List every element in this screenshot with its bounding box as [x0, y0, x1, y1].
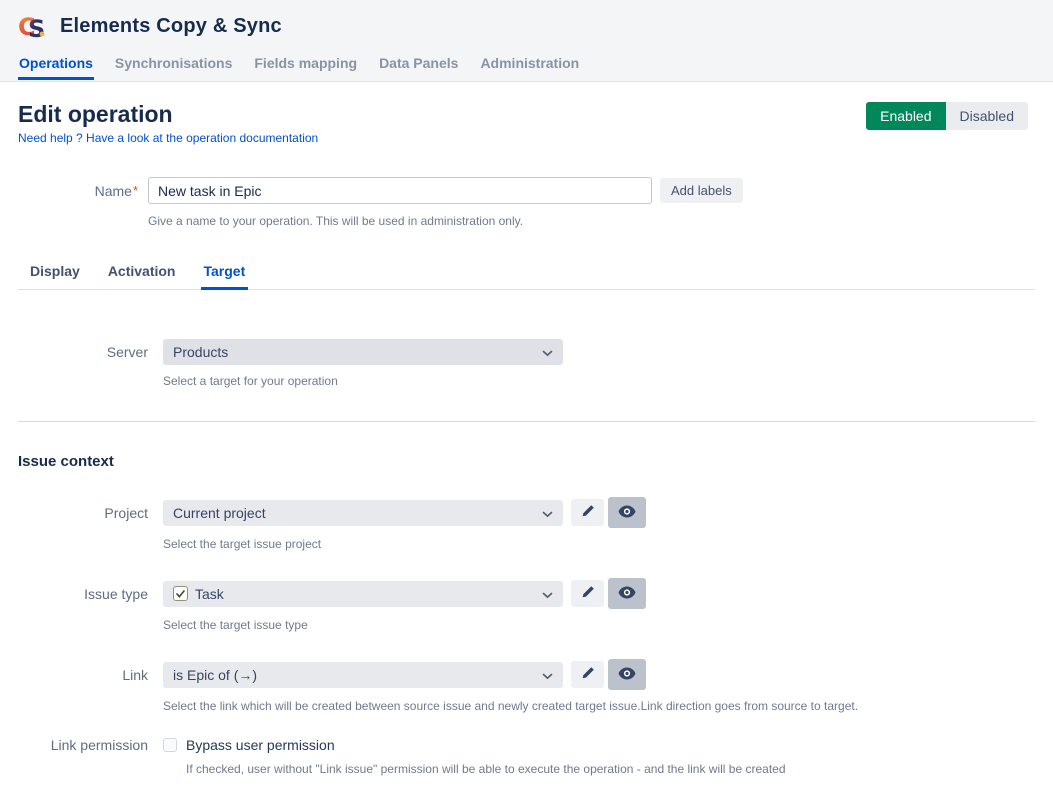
link-view-button[interactable]: [608, 659, 646, 690]
server-help-text: Select a target for your operation: [163, 374, 1035, 388]
project-row: Project Current project: [18, 497, 1035, 528]
project-view-button[interactable]: [608, 497, 646, 528]
nav-tab-operations[interactable]: Operations: [18, 53, 94, 80]
app-title: Elements Copy & Sync: [60, 15, 282, 38]
nav-tab-fields-mapping[interactable]: Fields mapping: [253, 53, 358, 80]
tab-target[interactable]: Target: [201, 259, 249, 290]
app-header: C S Elements Copy & Sync Operations Sync…: [0, 0, 1053, 82]
project-edit-button[interactable]: [571, 499, 604, 526]
page-title: Edit operation: [18, 101, 318, 127]
name-label: Name*: [18, 183, 138, 199]
link-edit-button[interactable]: [571, 661, 604, 688]
nav-tab-administration[interactable]: Administration: [479, 53, 580, 80]
issue-type-edit-button[interactable]: [571, 580, 604, 607]
disabled-button[interactable]: Disabled: [946, 102, 1028, 130]
name-input[interactable]: [148, 177, 652, 204]
tab-display[interactable]: Display: [27, 259, 83, 290]
link-permission-row: Link permission Bypass user permission: [18, 737, 1035, 753]
pencil-icon: [581, 666, 595, 683]
link-label: Link: [18, 667, 148, 683]
pencil-icon: [581, 504, 595, 521]
nav-tab-synchronisations[interactable]: Synchronisations: [114, 53, 233, 80]
tab-activation[interactable]: Activation: [105, 259, 179, 290]
link-permission-label: Link permission: [18, 737, 148, 753]
enabled-button[interactable]: Enabled: [866, 102, 945, 130]
nav-tab-data-panels[interactable]: Data Panels: [378, 53, 459, 80]
issue-type-select[interactable]: Task: [163, 581, 563, 607]
eye-icon: [618, 505, 636, 521]
issue-type-row: Issue type Task: [18, 578, 1035, 609]
status-toggle: Enabled Disabled: [866, 102, 1028, 130]
chevron-down-icon: [542, 667, 553, 683]
server-row: Server Products: [18, 339, 1035, 365]
server-select[interactable]: Products: [163, 339, 563, 365]
brand: C S Elements Copy & Sync: [18, 0, 1035, 41]
issue-type-view-button[interactable]: [608, 578, 646, 609]
svg-text:S: S: [28, 15, 45, 41]
link-select[interactable]: is Epic of (→): [163, 662, 563, 688]
chevron-down-icon: [542, 586, 553, 602]
issue-type-label: Issue type: [18, 586, 148, 602]
chevron-down-icon: [542, 505, 553, 521]
main-nav: Operations Synchronisations Fields mappi…: [18, 53, 1035, 80]
eye-icon: [618, 586, 636, 602]
chevron-down-icon: [542, 344, 553, 360]
project-select[interactable]: Current project: [163, 500, 563, 526]
task-check-icon: [173, 586, 188, 601]
add-labels-button[interactable]: Add labels: [660, 178, 743, 203]
pencil-icon: [581, 585, 595, 602]
bypass-permission-checkbox-label: Bypass user permission: [186, 737, 335, 753]
issue-context-heading: Issue context: [18, 453, 1035, 470]
name-help-text: Give a name to your operation. This will…: [148, 214, 1035, 228]
required-asterisk: *: [133, 183, 138, 198]
bypass-permission-checkbox[interactable]: [163, 738, 177, 752]
main-content: Edit operation Need help ? Have a look a…: [0, 101, 1053, 786]
operation-sub-tabs: Display Activation Target: [18, 259, 1035, 290]
page-head-left: Edit operation Need help ? Have a look a…: [18, 101, 318, 147]
project-help-text: Select the target issue project: [163, 537, 1035, 551]
server-label: Server: [18, 344, 148, 360]
issue-type-help-text: Select the target issue type: [163, 618, 1035, 632]
section-divider: [18, 421, 1035, 422]
name-row: Name* Add labels: [18, 177, 1035, 204]
operation-documentation-link[interactable]: Need help ? Have a look at the operation…: [18, 131, 318, 145]
app-logo-icon: C S: [18, 11, 48, 41]
link-row: Link is Epic of (→): [18, 659, 1035, 690]
link-help-text: Select the link which will be created be…: [163, 699, 1035, 713]
link-permission-help-text: If checked, user without "Link issue" pe…: [186, 762, 1035, 776]
project-label: Project: [18, 505, 148, 521]
eye-icon: [618, 667, 636, 683]
